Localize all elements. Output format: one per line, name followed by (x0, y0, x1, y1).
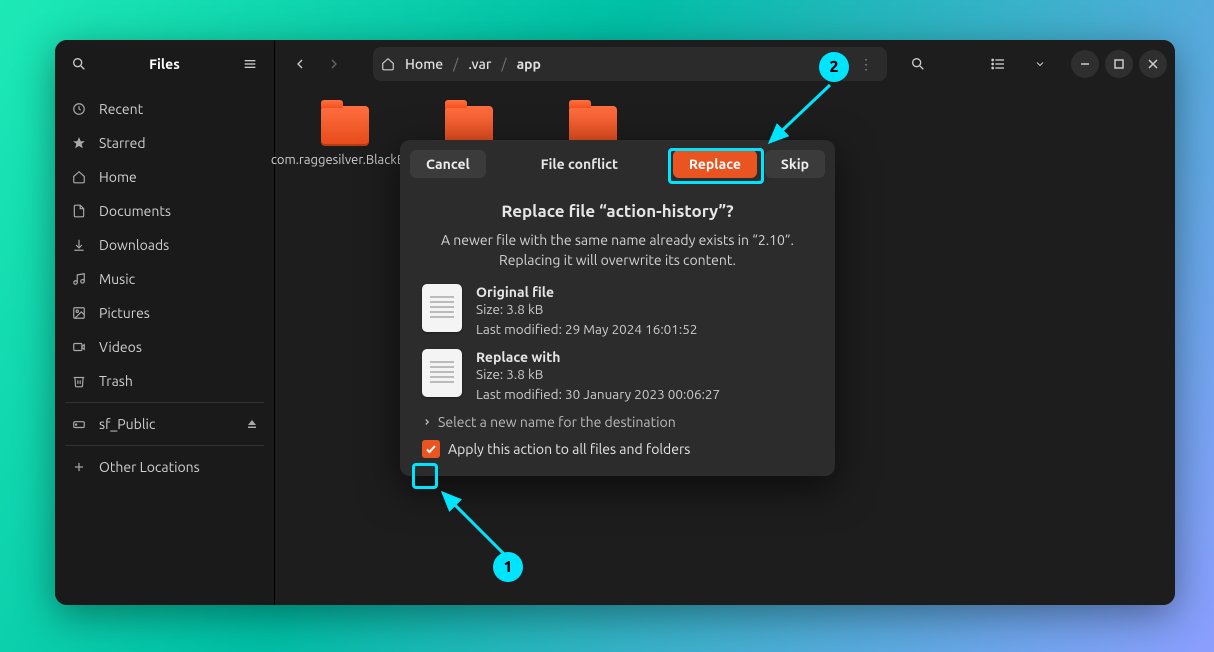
picture-icon (71, 305, 87, 321)
sidebar-item-starred[interactable]: Starred (55, 126, 274, 160)
sidebar-item-label: Videos (99, 339, 142, 355)
file-meta-title: Original file (476, 284, 697, 300)
sidebar-item-label: Pictures (99, 305, 150, 321)
dialog-title: File conflict (541, 156, 618, 172)
dialog-sub-line: Replacing it will overwrite its content. (499, 252, 736, 268)
close-button[interactable] (1139, 50, 1167, 78)
folder-item[interactable]: com.raggesilver.BlackBox (295, 106, 395, 170)
dialog-header: Cancel File conflict Replace Skip (400, 140, 835, 188)
file-meta: Original file Size: 3.8 kB Last modified… (476, 284, 697, 339)
apply-all-label: Apply this action to all files and folde… (448, 441, 690, 457)
back-button[interactable] (283, 47, 317, 81)
window-controls (1071, 50, 1167, 78)
apply-all-row[interactable]: Apply this action to all files and folde… (422, 440, 813, 458)
skip-button[interactable]: Skip (765, 150, 825, 178)
file-modified: Last modified: 29 May 2024 16:01:52 (476, 320, 697, 340)
clock-icon (71, 101, 87, 117)
document-icon (71, 203, 87, 219)
path-segment[interactable]: Home (405, 56, 443, 72)
minimize-button[interactable] (1071, 50, 1099, 78)
sidebar-item-label: Recent (99, 101, 143, 117)
chevron-right-icon (422, 417, 432, 427)
file-icon (422, 284, 462, 332)
hamburger-icon[interactable] (236, 50, 264, 78)
sidebar-item-pictures[interactable]: Pictures (55, 296, 274, 330)
sidebar: Files Recent Starred Home Documents (55, 40, 275, 605)
kebab-icon[interactable]: ⋮ (853, 56, 879, 73)
download-icon (71, 237, 87, 253)
file-meta: Replace with Size: 3.8 kB Last modified:… (476, 349, 720, 404)
dialog-subtext: A newer file with the same name already … (422, 231, 813, 270)
video-icon (71, 339, 87, 355)
folder-label: com.raggesilver.BlackBox (271, 152, 419, 170)
file-icon (422, 349, 462, 397)
sidebar-item-music[interactable]: Music (55, 262, 274, 296)
sidebar-item-label: Trash (99, 373, 133, 389)
dialog-body: Replace file “action-history”? A newer f… (400, 188, 835, 476)
plus-icon (71, 459, 87, 475)
sidebar-item-label: Music (99, 271, 135, 287)
home-icon (71, 169, 87, 185)
sidebar-item-label: Starred (99, 135, 146, 151)
home-icon (381, 57, 395, 71)
file-size: Size: 3.8 kB (476, 300, 697, 320)
sidebar-item-label: Other Locations (99, 459, 200, 475)
file-size: Size: 3.8 kB (476, 365, 720, 385)
star-icon (71, 135, 87, 151)
sidebar-item-home[interactable]: Home (55, 160, 274, 194)
eject-icon[interactable] (246, 418, 258, 430)
file-meta-title: Replace with (476, 349, 720, 365)
path-bar[interactable]: Home / .var / app ⋮ (373, 47, 887, 81)
dialog-question: Replace file “action-history”? (426, 202, 809, 221)
maximize-button[interactable] (1105, 50, 1133, 78)
drive-icon (71, 416, 87, 432)
file-conflict-dialog: Cancel File conflict Replace Skip Replac… (400, 140, 835, 476)
dialog-sub-line: A newer file with the same name already … (441, 232, 794, 248)
divider (65, 445, 264, 446)
sidebar-item-label: Documents (99, 203, 171, 219)
annotation-badge-1: 1 (493, 552, 523, 582)
sidebar-item-volume[interactable]: sf_Public (55, 407, 274, 441)
sidebar-item-label: Home (99, 169, 137, 185)
search-icon[interactable] (65, 50, 93, 78)
sidebar-item-videos[interactable]: Videos (55, 330, 274, 364)
list-view-icon[interactable] (981, 47, 1015, 81)
select-new-name[interactable]: Select a new name for the destination (422, 414, 813, 430)
path-sep: / (501, 56, 506, 72)
path-sep: / (453, 56, 458, 72)
original-file-row: Original file Size: 3.8 kB Last modified… (422, 284, 813, 339)
apply-all-checkbox[interactable] (422, 440, 440, 458)
folder-icon (321, 106, 369, 146)
sidebar-item-label: Downloads (99, 237, 169, 253)
trash-icon (71, 373, 87, 389)
sidebar-item-other-locations[interactable]: Other Locations (55, 450, 274, 484)
sidebar-item-label: sf_Public (99, 416, 155, 432)
file-modified: Last modified: 30 January 2023 00:06:27 (476, 385, 720, 405)
sidebar-item-trash[interactable]: Trash (55, 364, 274, 398)
divider (65, 402, 264, 403)
sidebar-item-recent[interactable]: Recent (55, 92, 274, 126)
sidebar-header: Files (55, 40, 274, 88)
sidebar-list: Recent Starred Home Documents Downloads … (55, 88, 274, 488)
path-segment-current[interactable]: app (517, 56, 541, 72)
app-title: Files (93, 56, 236, 72)
replace-file-row: Replace with Size: 3.8 kB Last modified:… (422, 349, 813, 404)
replace-button[interactable]: Replace (673, 150, 757, 178)
annotation-badge-2: 2 (819, 52, 849, 82)
select-new-label: Select a new name for the destination (438, 414, 676, 430)
file-manager-window: Files Recent Starred Home Documents (55, 40, 1175, 605)
search-toolbar-icon[interactable] (901, 47, 935, 81)
sidebar-item-downloads[interactable]: Downloads (55, 228, 274, 262)
sidebar-item-documents[interactable]: Documents (55, 194, 274, 228)
forward-button[interactable] (317, 47, 351, 81)
music-icon (71, 271, 87, 287)
path-segment[interactable]: .var (468, 56, 491, 72)
cancel-button[interactable]: Cancel (410, 150, 486, 178)
chevron-down-icon[interactable] (1023, 47, 1057, 81)
toolbar: Home / .var / app ⋮ (275, 40, 1175, 88)
